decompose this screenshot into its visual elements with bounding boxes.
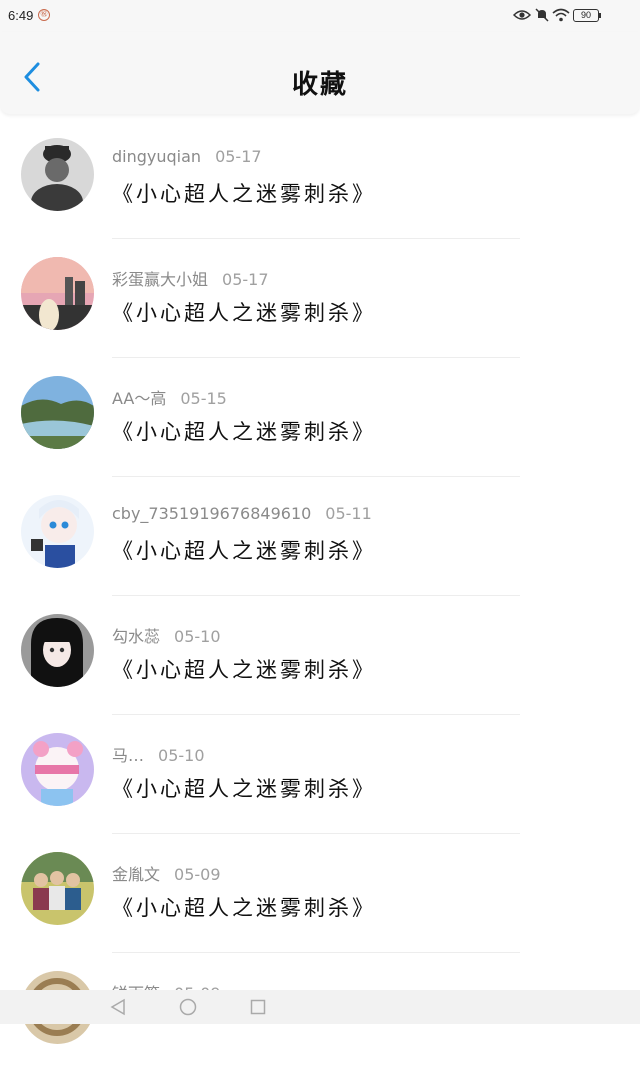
system-nav-bar xyxy=(0,990,640,1024)
item-title: 《小心超人之迷雾刺杀》 xyxy=(112,658,376,682)
notification-badge-icon: ㊗ xyxy=(38,9,50,21)
muted-bell-icon xyxy=(535,8,549,22)
item-username: 彩蛋赢大小姐 xyxy=(112,270,209,289)
list-item[interactable]: 金胤文 05-09 《小心超人之迷雾刺杀》 xyxy=(0,834,640,953)
item-date: 05-09 xyxy=(174,865,221,884)
favorites-list: dingyuqian 05-17 《小心超人之迷雾刺杀》 彩蛋赢大小姐 05-17 … xyxy=(0,120,640,1072)
item-username: 马… xyxy=(112,746,145,765)
item-username: 勾水蕊 xyxy=(112,627,161,646)
item-date: 05-15 xyxy=(180,389,227,408)
item-meta: 金胤文 05-09 xyxy=(112,861,221,885)
item-title: 《小心超人之迷雾刺杀》 xyxy=(112,301,376,325)
avatar xyxy=(21,852,94,925)
list-item[interactable]: cby_7351919676849610 05-11 《小心超人之迷雾刺杀》 xyxy=(0,477,640,596)
item-meta: 马… 05-10 xyxy=(112,742,205,766)
item-title: 《小心超人之迷雾刺杀》 xyxy=(112,777,376,801)
item-username: cby_7351919676849610 xyxy=(112,504,312,523)
item-username: dingyuqian xyxy=(112,147,202,166)
list-item[interactable]: 勾水蕊 05-10 《小心超人之迷雾刺杀》 xyxy=(0,596,640,715)
item-date: 05-10 xyxy=(158,746,205,765)
home-circle-icon[interactable] xyxy=(179,998,197,1016)
list-item[interactable]: 彩蛋赢大小姐 05-17 《小心超人之迷雾刺杀》 xyxy=(0,239,640,358)
avatar xyxy=(21,138,94,211)
back-triangle-icon[interactable] xyxy=(110,998,126,1016)
item-meta: 彩蛋赢大小姐 05-17 xyxy=(112,266,269,290)
list-item[interactable]: 马… 05-10 《小心超人之迷雾刺杀》 xyxy=(0,715,640,834)
page-title: 收藏 xyxy=(291,70,348,100)
avatar xyxy=(21,733,94,806)
item-title: 《小心超人之迷雾刺杀》 xyxy=(112,420,376,444)
list-item[interactable]: dingyuqian 05-17 《小心超人之迷雾刺杀》 xyxy=(0,120,640,239)
eye-icon xyxy=(513,10,531,20)
item-title: 《小心超人之迷雾刺杀》 xyxy=(112,896,376,920)
item-meta: dingyuqian 05-17 xyxy=(112,147,262,166)
header: 收藏 xyxy=(0,32,640,114)
item-date: 05-17 xyxy=(215,147,262,166)
avatar xyxy=(21,495,94,568)
item-title: 《小心超人之迷雾刺杀》 xyxy=(112,182,376,206)
avatar xyxy=(21,257,94,330)
status-bar: 6:49 ㊗ 90 xyxy=(0,0,640,32)
status-time: 6:49 xyxy=(8,8,34,23)
avatar xyxy=(21,376,94,449)
item-date: 05-10 xyxy=(174,627,221,646)
recents-square-icon[interactable] xyxy=(250,998,266,1016)
battery-tip xyxy=(599,13,601,18)
battery-icon: 90 xyxy=(573,9,599,22)
item-title: 《小心超人之迷雾刺杀》 xyxy=(112,539,376,563)
item-date: 05-17 xyxy=(222,270,269,289)
avatar xyxy=(21,614,94,687)
item-meta: AA～高 05-15 xyxy=(112,385,227,409)
item-meta: cby_7351919676849610 05-11 xyxy=(112,504,372,523)
item-meta: 勾水蕊 05-10 xyxy=(112,623,221,647)
list-item[interactable]: AA～高 05-15 《小心超人之迷雾刺杀》 xyxy=(0,358,640,477)
item-username: AA～高 xyxy=(112,389,167,408)
item-date: 05-11 xyxy=(325,504,372,523)
item-username: 金胤文 xyxy=(112,865,161,884)
wifi-icon xyxy=(552,8,570,22)
